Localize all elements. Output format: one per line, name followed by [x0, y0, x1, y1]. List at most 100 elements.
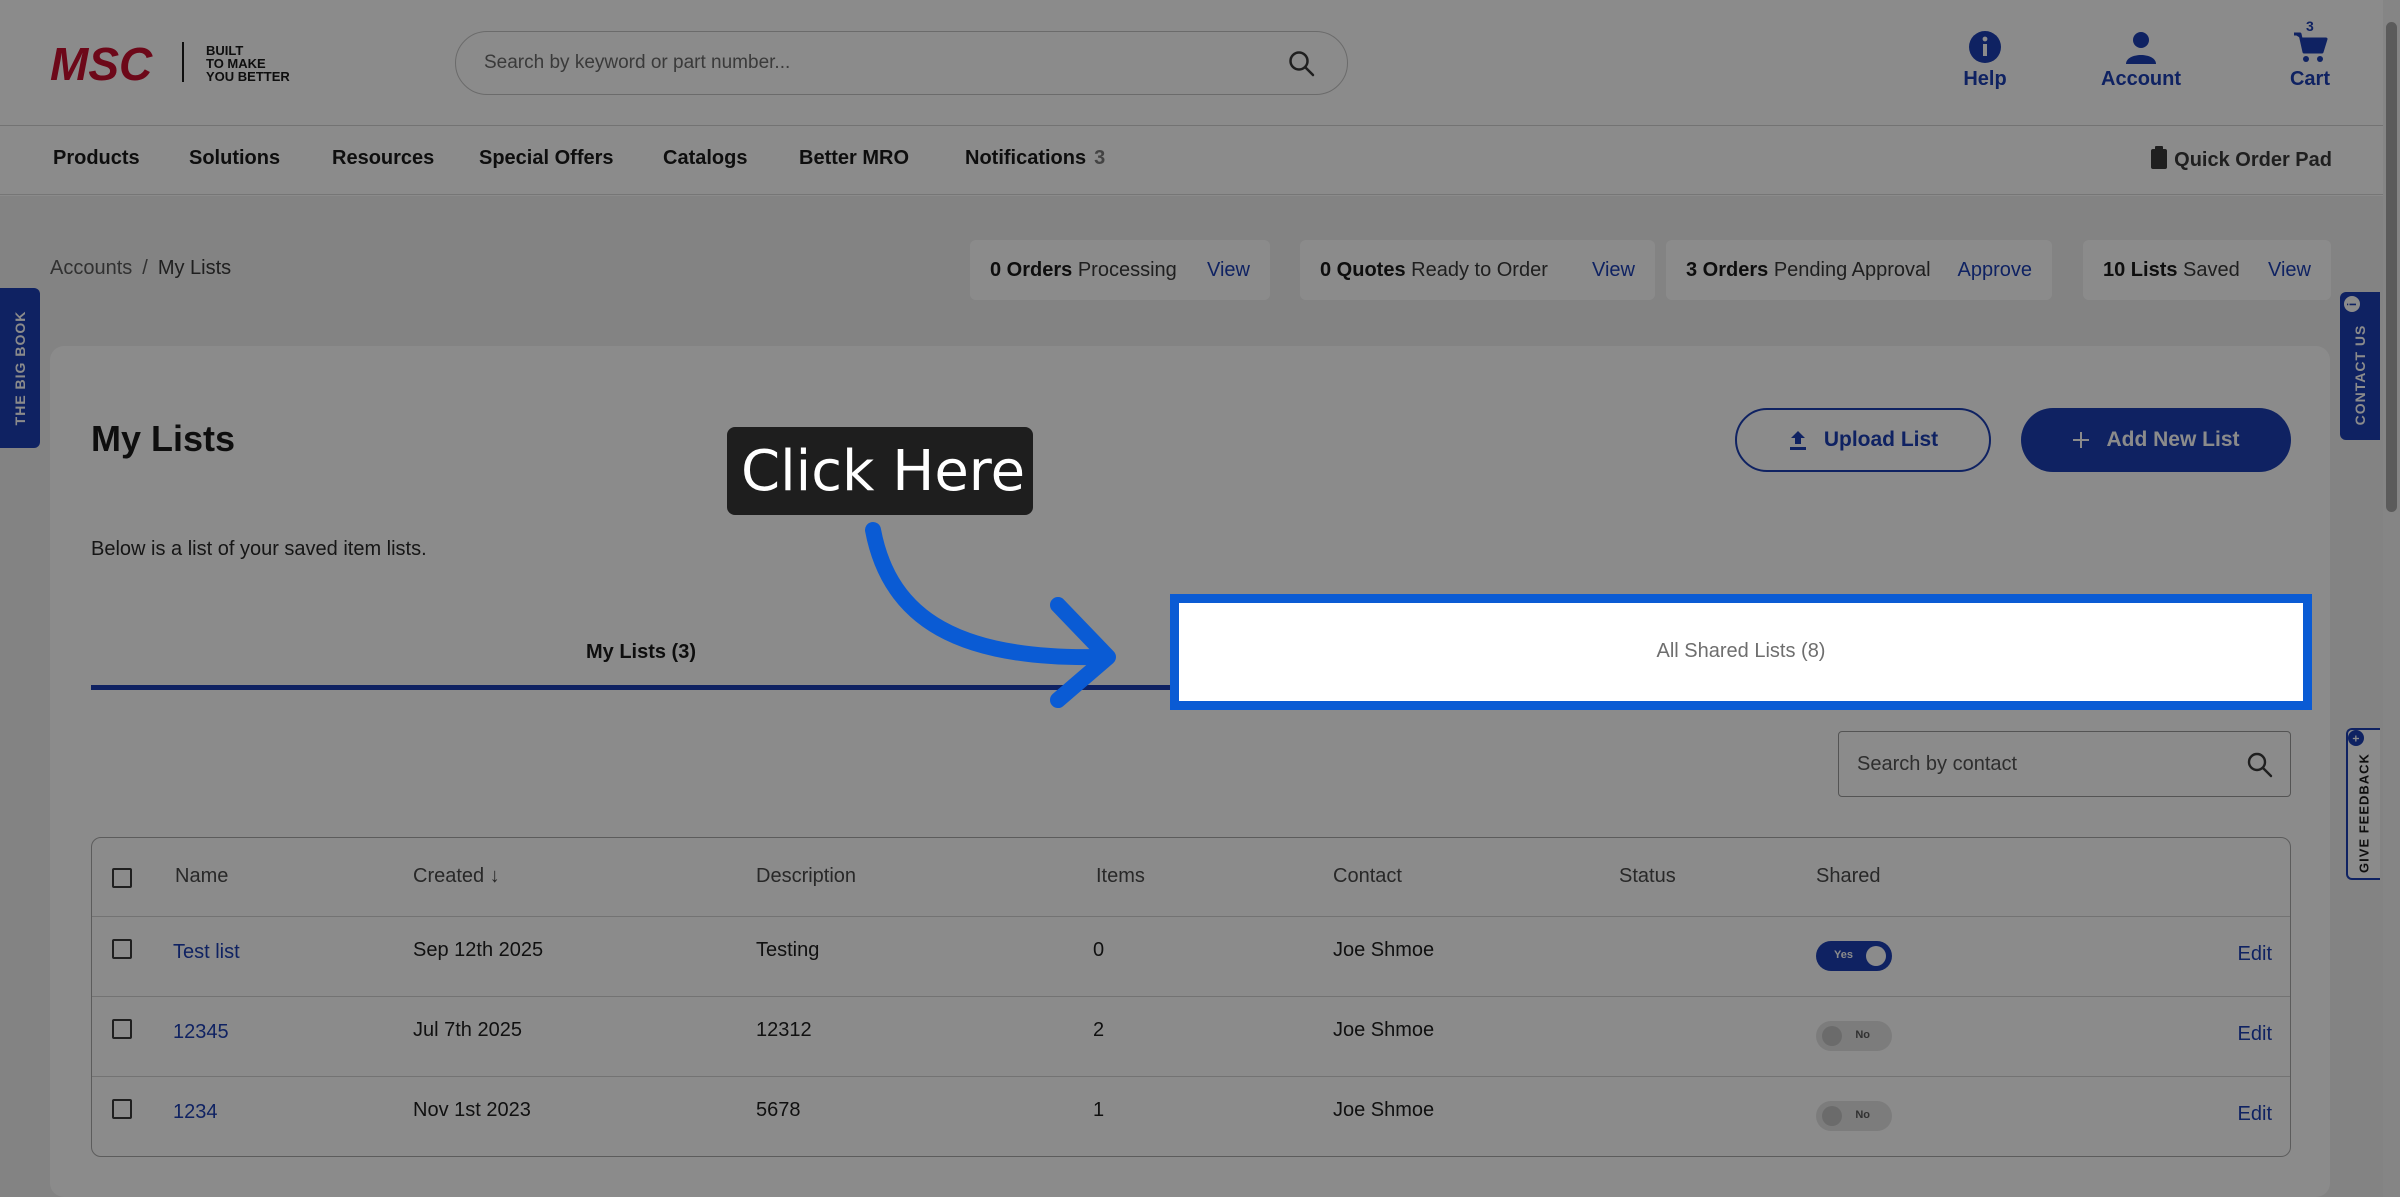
add-new-list-button[interactable]: Add New List [2021, 408, 2291, 472]
toggle-knob [1822, 1106, 1842, 1126]
callout-text: Click Here [741, 439, 1026, 504]
items-count: 1 [1093, 1099, 1105, 1121]
sort-arrow-icon: ↓ [489, 865, 500, 887]
column-header-name[interactable]: Name [175, 865, 228, 888]
plus-icon: + [2348, 730, 2364, 746]
row-checkbox[interactable] [112, 1099, 132, 1119]
row-checkbox[interactable] [112, 939, 132, 959]
column-header-description[interactable]: Description [756, 865, 856, 888]
view-orders-link[interactable]: View [1207, 259, 1250, 282]
scrollbar-thumb[interactable] [2386, 22, 2397, 512]
cart-icon [2294, 32, 2328, 62]
column-header-items[interactable]: Items [1096, 865, 1145, 888]
list-description: Testing [756, 939, 820, 961]
contact-name: Joe Shmoe [1333, 939, 1435, 961]
give-feedback-label: GIVE FEEDBACK [2356, 752, 2372, 873]
info-icon: i [2344, 296, 2360, 312]
lists-saved-card: 10 Lists Saved View [2083, 240, 2331, 300]
nav-resources[interactable]: Resources [332, 147, 434, 170]
row-checkbox[interactable] [112, 1019, 132, 1039]
list-name-link[interactable]: 1234 [173, 1101, 218, 1124]
items-count: 2 [1093, 1019, 1105, 1041]
click-here-callout: Click Here [727, 427, 1033, 515]
orders-processing-card: 0 Orders Processing View [970, 240, 1270, 300]
nav-solutions[interactable]: Solutions [189, 147, 280, 170]
view-lists-link[interactable]: View [2268, 259, 2311, 282]
quick-order-label: Quick Order Pad [2174, 149, 2332, 171]
column-header-shared[interactable]: Shared [1816, 865, 1881, 888]
help-label: Help [1963, 68, 2007, 90]
contact-name: Joe Shmoe [1333, 1019, 1435, 1041]
shared-toggle[interactable]: No [1816, 1021, 1892, 1051]
breadcrumb-current: My Lists [157, 257, 232, 279]
logo-tagline-3: YOU BETTER [206, 69, 290, 84]
pending-approval-card: 3 Orders Pending Approval Approve [1666, 240, 2052, 300]
upload-icon [1789, 431, 1806, 450]
column-header-created[interactable]: Created ↓ [413, 865, 500, 888]
table-row: 12345 Jul 7th 2025 12312 2 Joe Shmoe No … [92, 996, 2290, 1076]
upload-list-label: Upload List [1823, 428, 1939, 451]
give-feedback-tab[interactable]: + GIVE FEEDBACK [2346, 728, 2380, 880]
cart-button[interactable]: 3 Cart [2280, 18, 2340, 100]
cart-count-badge: 3 [2306, 18, 2314, 34]
view-quotes-link[interactable]: View [1592, 259, 1635, 282]
breadcrumb-separator: / [142, 257, 148, 279]
shared-toggle[interactable]: No [1816, 1101, 1892, 1131]
search-icon[interactable] [2246, 751, 2274, 779]
plus-icon [2073, 432, 2090, 448]
account-button[interactable]: Account [2095, 30, 2187, 100]
nav-products[interactable]: Products [53, 147, 140, 170]
list-name-link[interactable]: 12345 [173, 1021, 229, 1044]
breadcrumb: Accounts / My Lists [50, 257, 231, 280]
tab-all-shared-lists[interactable]: All Shared Lists (8) [1170, 594, 2312, 710]
toggle-label: Yes [1834, 949, 1853, 961]
big-book-label: THE BIG BOOK [12, 310, 28, 426]
stat-bold: 0 Quotes [1320, 258, 1406, 281]
info-icon [1969, 31, 2001, 63]
nav-better-mro[interactable]: Better MRO [799, 147, 909, 170]
msc-logo[interactable]: MSC BUILT TO MAKE YOU BETTER [50, 38, 315, 90]
stat-text: Saved [2183, 258, 2240, 281]
quick-order-pad-link[interactable]: Quick Order Pad [2150, 146, 2332, 172]
contact-us-tab[interactable]: i CONTACT US [2340, 292, 2380, 440]
big-book-tab[interactable]: THE BIG BOOK [0, 288, 40, 448]
search-input[interactable] [484, 46, 1264, 80]
list-description: 5678 [756, 1099, 801, 1121]
created-date: Jul 7th 2025 [413, 1019, 522, 1041]
curved-arrow-icon [865, 522, 1116, 708]
site-search [455, 31, 1348, 95]
contact-search [1838, 731, 2291, 797]
nav-catalogs[interactable]: Catalogs [663, 147, 747, 170]
contact-search-input[interactable] [1857, 748, 2217, 780]
column-header-contact[interactable]: Contact [1333, 865, 1402, 888]
user-icon [2126, 32, 2156, 64]
site-header: MSC BUILT TO MAKE YOU BETTER Help Accoun… [0, 0, 2400, 126]
stat-text: Processing [1077, 258, 1177, 281]
nav-notifications[interactable]: Notifications 3 [965, 147, 1105, 170]
cart-label: Cart [2289, 68, 2330, 90]
edit-link[interactable]: Edit [2238, 943, 2272, 966]
nav-notifications-label: Notifications [965, 147, 1087, 169]
toggle-label: No [1855, 1029, 1870, 1041]
column-header-status[interactable]: Status [1619, 865, 1676, 888]
created-header-label: Created [413, 865, 485, 887]
page-title: My Lists [91, 418, 236, 459]
contact-name: Joe Shmoe [1333, 1099, 1435, 1121]
shared-toggle[interactable]: Yes [1816, 941, 1892, 971]
search-icon[interactable] [1287, 49, 1317, 79]
help-button[interactable]: Help [1955, 30, 2015, 100]
add-new-list-label: Add New List [2106, 428, 2240, 451]
toggle-label: No [1855, 1109, 1870, 1121]
nav-special-offers[interactable]: Special Offers [479, 147, 614, 170]
quotes-ready-card: 0 Quotes Ready to Order View [1300, 240, 1655, 300]
upload-list-button[interactable]: Upload List [1735, 408, 1991, 472]
edit-link[interactable]: Edit [2238, 1103, 2272, 1126]
contact-us-label: CONTACT US [2352, 324, 2368, 426]
edit-link[interactable]: Edit [2238, 1023, 2272, 1046]
list-name-link[interactable]: Test list [173, 941, 240, 964]
select-all-checkbox[interactable] [112, 868, 132, 888]
breadcrumb-accounts[interactable]: Accounts [50, 257, 132, 279]
table-row: 1234 Nov 1st 2023 5678 1 Joe Shmoe No Ed… [92, 1076, 2290, 1156]
approve-link[interactable]: Approve [1958, 259, 2033, 282]
account-label: Account [2101, 68, 2181, 90]
